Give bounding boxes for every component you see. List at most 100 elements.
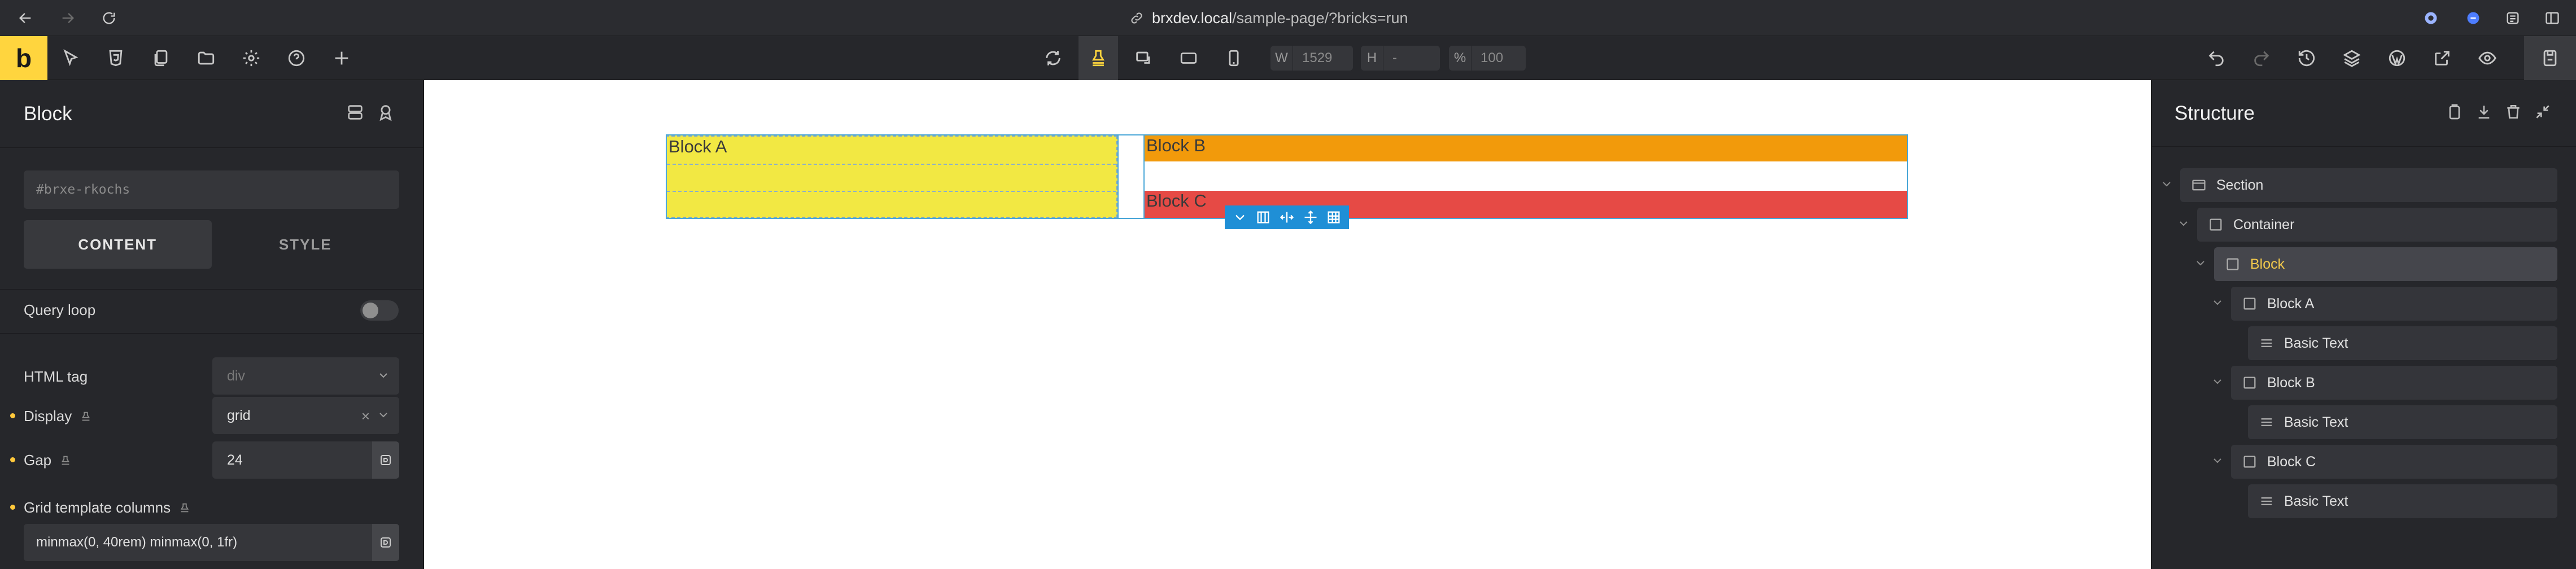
block-icon (2241, 295, 2258, 312)
help-icon[interactable] (277, 36, 316, 80)
breakpoint-laptop-icon[interactable] (1124, 36, 1163, 80)
grid-icon[interactable] (1326, 209, 1342, 225)
height-value: - (1392, 50, 1397, 65)
collapse-icon[interactable] (2534, 103, 2554, 123)
block-c-text[interactable]: Block C (1146, 191, 1207, 211)
settings-gear-icon[interactable] (232, 36, 271, 80)
breakpoint-desktop-small-icon (62, 456, 70, 465)
download-icon[interactable] (2475, 103, 2495, 123)
dynamic-data-icon[interactable] (372, 524, 399, 561)
reload-icon[interactable] (95, 0, 123, 36)
structure-item-block-c[interactable]: Block C (2231, 445, 2557, 479)
element-settings-panel: Block #brxe-rkochs CONTENT STYLE Query l… (0, 80, 423, 569)
element-id-field[interactable]: #brxe-rkochs (24, 170, 399, 209)
height-label: H (1361, 46, 1383, 71)
element-badge-icon[interactable] (376, 103, 399, 125)
undo-icon[interactable] (2197, 36, 2236, 80)
structure-item-label: Basic Text (2284, 414, 2348, 430)
url-host: brxdev.local (1152, 9, 1233, 27)
clipboard-icon[interactable] (2446, 103, 2466, 123)
sidebar-toggle-icon[interactable] (2538, 0, 2566, 36)
save-icon[interactable] (2524, 36, 2576, 80)
chevron-down-icon[interactable] (2211, 296, 2225, 310)
reader-icon[interactable] (2499, 0, 2527, 36)
block-icon (2241, 453, 2258, 470)
horizontal-resize-icon[interactable] (1279, 209, 1295, 225)
structure-item-section[interactable]: Section (2180, 168, 2557, 202)
block-icon (2224, 256, 2241, 273)
html-tag-value: div (227, 367, 245, 384)
grid-template-columns-value[interactable]: minmax(0, 40rem) minmax(0, 1fr) (24, 524, 372, 561)
structure-item-basic-text[interactable]: Basic Text (2248, 326, 2557, 360)
cursor-icon[interactable] (51, 36, 90, 80)
element-classes-icon[interactable] (346, 103, 368, 125)
structure-item-container[interactable]: Container (2197, 208, 2557, 242)
width-value: 1529 (1302, 50, 1333, 65)
extension-blue-icon[interactable] (2459, 0, 2487, 36)
extension-icon[interactable] (2417, 0, 2445, 36)
block-a[interactable]: Block A (666, 135, 1117, 218)
html-tag-text: HTML tag (24, 368, 88, 385)
block-b-text[interactable]: Block B (1146, 135, 1206, 155)
structure-item-block[interactable]: Block (2214, 247, 2557, 281)
builder-toolbar: b W 1529 H - % 100 (0, 36, 2576, 80)
preview-eye-icon[interactable] (2468, 36, 2507, 80)
grid-template-columns-input[interactable]: minmax(0, 40rem) minmax(0, 1fr) (24, 524, 399, 561)
canvas-width-field[interactable]: W 1529 (1270, 46, 1353, 71)
tab-content[interactable]: CONTENT (24, 220, 212, 269)
breakpoint-tablet-landscape-icon[interactable] (1169, 36, 1208, 80)
chevron-down-icon[interactable] (2160, 177, 2175, 192)
chevron-down-icon[interactable] (2211, 375, 2225, 389)
chevron-down-icon[interactable] (2211, 454, 2225, 469)
zoom-label: % (1449, 46, 1472, 71)
bricks-logo[interactable]: b (0, 36, 47, 80)
breakpoint-desktop-icon[interactable] (1079, 36, 1118, 80)
block-b[interactable]: Block B (1145, 135, 1907, 161)
trash-icon[interactable] (2504, 103, 2525, 123)
templates-icon[interactable] (96, 36, 136, 80)
structure-item-block-b[interactable]: Block B (2231, 366, 2557, 400)
chevron-down-icon[interactable] (2177, 217, 2191, 231)
columns-icon[interactable] (1255, 209, 1271, 225)
panel-tabs: CONTENT STYLE (24, 220, 399, 269)
tab-style[interactable]: STYLE (212, 220, 400, 269)
gap-input[interactable]: 24 (212, 441, 399, 479)
structure-item-block-a[interactable]: Block A (2231, 287, 2557, 321)
history-icon[interactable] (2287, 36, 2326, 80)
pages-icon[interactable] (141, 36, 181, 80)
structure-item-label: Block C (2267, 453, 2316, 470)
zoom-value: 100 (1481, 50, 1504, 65)
text-icon (2258, 493, 2275, 510)
block-a-text[interactable]: Block A (669, 137, 727, 156)
back-arrow-icon[interactable] (11, 0, 40, 36)
html-tag-select[interactable]: div (212, 357, 399, 395)
gap-value[interactable]: 24 (212, 441, 372, 479)
add-element-plus-icon[interactable] (322, 36, 361, 80)
wordpress-icon[interactable] (2377, 36, 2417, 80)
breakpoint-mobile-icon[interactable] (1214, 36, 1254, 80)
canvas-zoom-field[interactable]: % 100 (1449, 46, 1526, 71)
structure-item-basic-text[interactable]: Basic Text (2248, 484, 2557, 518)
move-icon[interactable] (1303, 209, 1318, 225)
query-loop-label: Query loop (24, 301, 95, 319)
redo-icon[interactable] (2242, 36, 2281, 80)
query-loop-toggle[interactable] (360, 300, 399, 321)
address-url[interactable]: brxdev.local/sample-page/?bricks=run (1129, 0, 1408, 36)
clear-icon[interactable]: × (361, 408, 370, 425)
setting-changed-dot (10, 505, 15, 510)
layers-icon[interactable] (2332, 36, 2372, 80)
canvas-height-field[interactable]: H - (1361, 46, 1440, 71)
grid-row-line (667, 164, 1116, 165)
grid-row-line (667, 191, 1116, 192)
chevron-down-icon[interactable] (1232, 209, 1248, 225)
forward-arrow-icon[interactable] (54, 0, 82, 36)
external-link-icon[interactable] (2422, 36, 2462, 80)
builder-canvas[interactable]: Block A Block B Block C (424, 80, 2151, 569)
folder-icon[interactable] (186, 36, 226, 80)
display-select[interactable]: grid × (212, 397, 399, 434)
refresh-sync-icon[interactable] (1033, 36, 1073, 80)
structure-item-basic-text[interactable]: Basic Text (2248, 405, 2557, 439)
chevron-down-icon[interactable] (2194, 256, 2208, 271)
dynamic-data-icon[interactable] (372, 441, 399, 479)
structure-item-label: Container (2233, 216, 2295, 233)
